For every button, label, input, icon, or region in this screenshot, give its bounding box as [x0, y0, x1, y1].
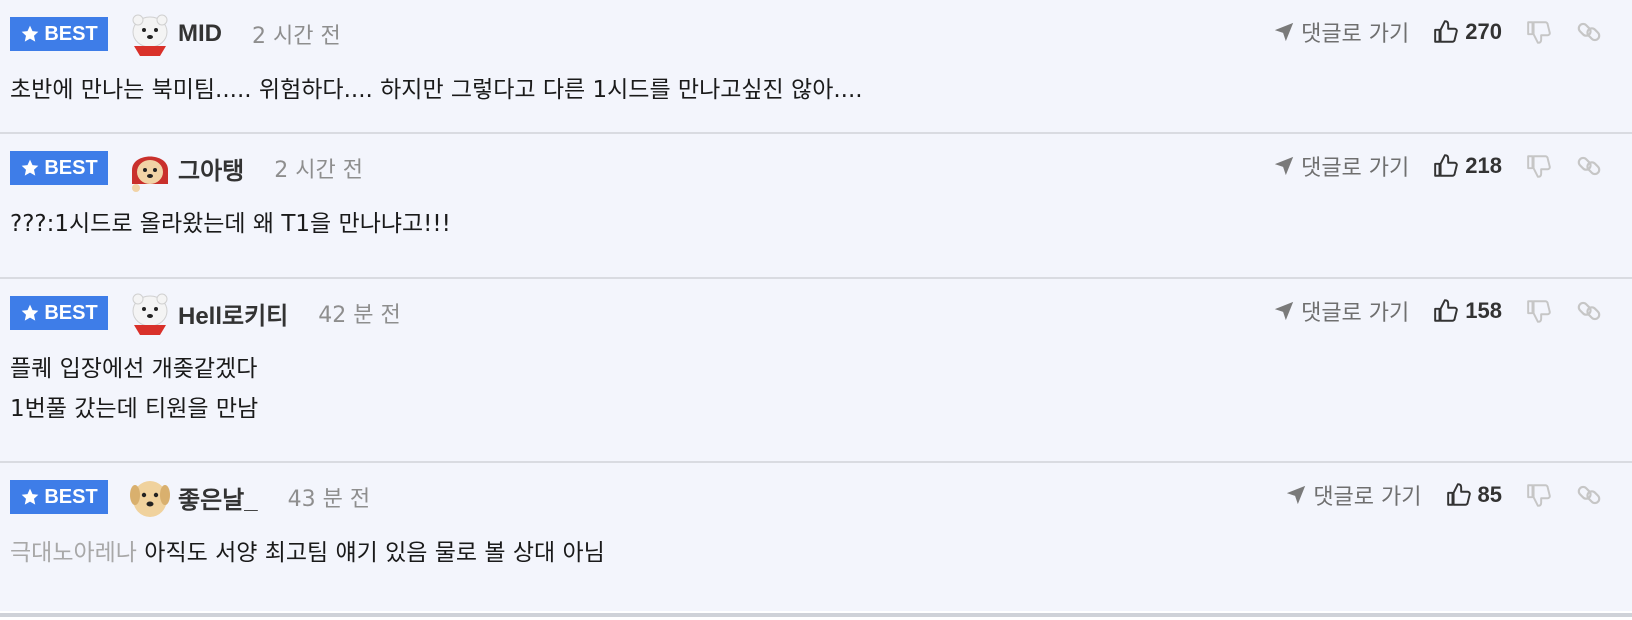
- share-link-button[interactable]: [1576, 482, 1602, 508]
- comment-meta: BEST MID 2 시간 전: [10, 14, 341, 56]
- star-icon: [21, 159, 39, 176]
- comment-item: BEST 좋은날_ 43 분 전 댓글로 가기 85 극대노아레나 아직도 서양…: [0, 463, 1632, 611]
- comment-text: ???:1시드로 올라왔는데 왜 T1을 만나냐고!!!: [10, 211, 451, 237]
- send-icon: [1287, 485, 1306, 505]
- comment-item: BEST 그아탱 2 시간 전 댓글로 가기 218 ???:1시드로 올라왔는…: [0, 134, 1632, 279]
- go-to-reply-link[interactable]: 댓글로 가기: [1273, 16, 1409, 48]
- star-icon: [21, 488, 39, 505]
- thumbs-down-icon: [1527, 300, 1551, 323]
- thumbs-up-icon: [1434, 154, 1459, 177]
- dislike-button[interactable]: [1526, 19, 1552, 45]
- comment-meta: BEST Hell로키티 42 분 전: [10, 293, 401, 335]
- thumbs-down-icon: [1527, 21, 1551, 44]
- like-button[interactable]: 218: [1433, 153, 1502, 179]
- thumbs-up-icon: [1446, 483, 1471, 506]
- timestamp: 42 분 전: [318, 303, 401, 328]
- like-count: 270: [1465, 19, 1502, 44]
- dislike-button[interactable]: [1526, 298, 1552, 324]
- link-icon: [1577, 301, 1601, 321]
- thumbs-up-icon: [1434, 20, 1459, 43]
- share-link-button[interactable]: [1576, 298, 1602, 324]
- dislike-button[interactable]: [1526, 482, 1552, 508]
- comment-text: 초반에 만나는 북미팀..... 위험하다.... 하지만 그렇다고 다른 1시…: [10, 77, 863, 103]
- nickname[interactable]: 좋은날_: [178, 480, 258, 515]
- timestamp: 2 시간 전: [274, 158, 363, 183]
- comment-actions: 댓글로 가기 158: [1273, 291, 1602, 331]
- thumbs-up-icon: [1434, 299, 1459, 322]
- link-icon: [1577, 156, 1601, 176]
- comment-item: BEST Hell로키티 42 분 전 댓글로 가기 158 플퀘 입장에선 개…: [0, 279, 1632, 463]
- polar-bear-avatar[interactable]: [126, 289, 174, 337]
- go-to-reply-link[interactable]: 댓글로 가기: [1273, 150, 1409, 182]
- puppy-avatar[interactable]: [126, 473, 174, 521]
- share-link-button[interactable]: [1576, 19, 1602, 45]
- go-to-reply-link[interactable]: 댓글로 가기: [1273, 295, 1409, 327]
- link-icon: [1577, 485, 1601, 505]
- comment-actions: 댓글로 가기 270: [1273, 12, 1602, 52]
- link-icon: [1577, 22, 1601, 42]
- polar-bear-avatar[interactable]: [126, 10, 174, 58]
- send-icon: [1274, 22, 1294, 42]
- like-count: 158: [1465, 298, 1502, 323]
- nickname[interactable]: Hell로키티: [178, 296, 288, 331]
- puppy-red-hood-avatar[interactable]: [126, 144, 174, 192]
- comment-text: 플퀘 입장에선 개좆같겠다 1번풀 갔는데 티원을 만남: [10, 356, 259, 422]
- share-link-button[interactable]: [1576, 153, 1602, 179]
- nickname[interactable]: MID: [178, 20, 222, 48]
- like-button[interactable]: 85: [1446, 482, 1502, 508]
- timestamp: 2 시간 전: [252, 24, 341, 49]
- best-badge: BEST: [10, 17, 108, 51]
- comment-text: 극대노아레나 아직도 서양 최고팀 얘기 있음 물로 볼 상대 아님: [10, 540, 605, 566]
- best-badge: BEST: [10, 151, 108, 185]
- like-button[interactable]: 158: [1433, 298, 1502, 324]
- thumbs-down-icon: [1527, 484, 1551, 507]
- best-badge: BEST: [10, 296, 108, 330]
- like-count: 218: [1465, 153, 1502, 178]
- star-icon: [21, 304, 39, 321]
- send-icon: [1274, 301, 1294, 321]
- comment-item: BEST MID 2 시간 전 댓글로 가기 270 초반에 만나는 북미팀..…: [0, 0, 1632, 134]
- like-button[interactable]: 270: [1433, 19, 1502, 45]
- comment-actions: 댓글로 가기 85: [1285, 475, 1602, 515]
- star-icon: [21, 25, 39, 42]
- nickname[interactable]: 그아탱: [178, 151, 244, 186]
- comment-actions: 댓글로 가기 218: [1273, 146, 1602, 186]
- comment-meta: BEST 그아탱 2 시간 전: [10, 148, 363, 192]
- go-to-reply-link[interactable]: 댓글로 가기: [1285, 479, 1422, 511]
- thumbs-down-icon: [1527, 155, 1551, 178]
- divider: [0, 613, 1632, 617]
- comment-meta: BEST 좋은날_ 43 분 전: [10, 477, 370, 517]
- timestamp: 43 분 전: [287, 487, 371, 512]
- mention-link[interactable]: 극대노아레나: [10, 540, 137, 566]
- comment-list: BEST MID 2 시간 전 댓글로 가기 270 초반에 만나는 북미팀..…: [0, 0, 1632, 611]
- dislike-button[interactable]: [1526, 153, 1552, 179]
- like-count: 85: [1477, 482, 1502, 507]
- best-badge: BEST: [10, 480, 108, 514]
- send-icon: [1274, 156, 1294, 176]
